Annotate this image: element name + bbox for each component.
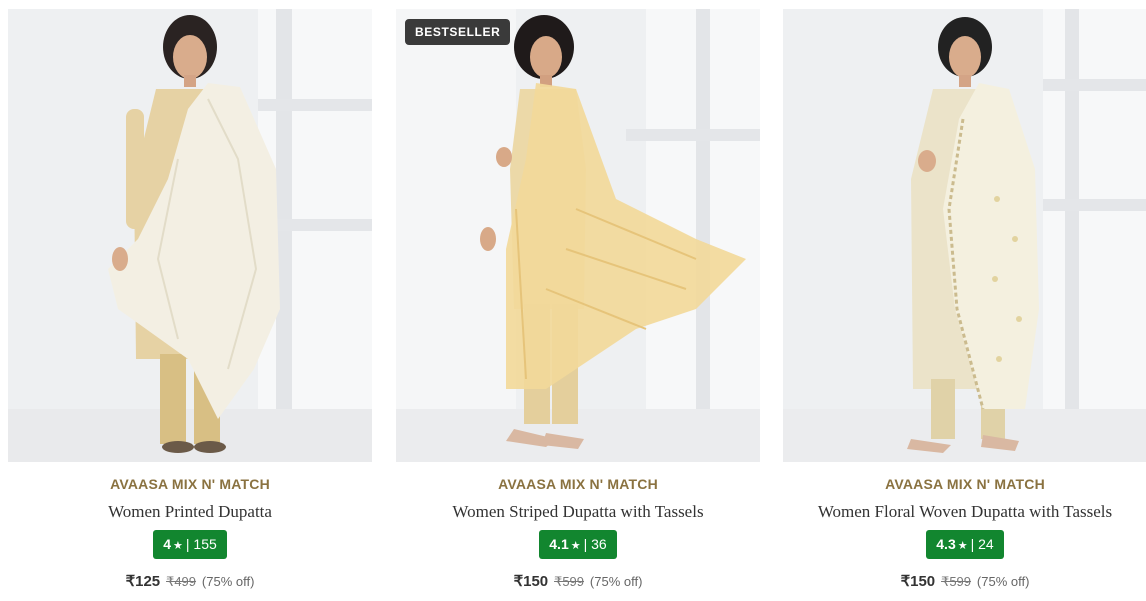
review-count: 155 — [193, 536, 217, 552]
rating-badge: 4.3 ★ | 24 — [926, 530, 1004, 559]
rating-score: 4.3 — [936, 536, 956, 552]
review-count: 24 — [978, 536, 994, 552]
rating-score: 4.1 — [549, 536, 569, 552]
discount-label: (75% off) — [589, 574, 643, 589]
product-card[interactable]: AVAASA MIX N' MATCH Women Printed Dupatt… — [8, 9, 372, 599]
product-name[interactable]: Women Floral Woven Dupatta with Tassels — [783, 502, 1146, 522]
price-row: ₹125 ₹499 (75% off) — [8, 572, 372, 590]
original-price: ₹599 — [941, 574, 972, 589]
star-icon: ★ — [570, 540, 581, 552]
product-grid: AVAASA MIX N' MATCH Women Printed Dupatt… — [0, 0, 1146, 601]
price-row: ₹150 ₹599 (75% off) — [396, 572, 760, 590]
brand-name: AVAASA MIX N' MATCH — [498, 476, 658, 492]
rating-row: 4 ★ | 155 — [8, 530, 372, 559]
review-count: 36 — [591, 536, 607, 552]
rating-row: 4.1 ★ | 36 — [396, 530, 760, 559]
product-card[interactable]: BESTSELLER AVAASA MIX N' MATCH Women Str… — [396, 9, 760, 599]
price-row: ₹150 ₹599 (75% off) — [783, 572, 1146, 590]
product-name[interactable]: Women Striped Dupatta with Tassels — [396, 502, 760, 522]
brand-name: AVAASA MIX N' MATCH — [110, 476, 270, 492]
brand-name: AVAASA MIX N' MATCH — [885, 476, 1045, 492]
sale-price: ₹125 — [125, 573, 161, 590]
product-image[interactable] — [783, 9, 1146, 462]
product-name[interactable]: Women Printed Dupatta — [8, 502, 372, 522]
rating-row: 4.3 ★ | 24 — [783, 530, 1146, 559]
rating-separator: | — [583, 536, 592, 552]
product-image[interactable]: BESTSELLER — [396, 9, 760, 462]
discount-label: (75% off) — [976, 574, 1030, 589]
star-icon: ★ — [957, 540, 968, 552]
product-card[interactable]: AVAASA MIX N' MATCH Women Floral Woven D… — [783, 9, 1146, 599]
discount-label: (75% off) — [201, 574, 255, 589]
rating-score: 4 — [163, 536, 172, 552]
rating-separator: | — [970, 536, 979, 552]
bestseller-badge: BESTSELLER — [405, 19, 511, 45]
sale-price: ₹150 — [513, 573, 549, 590]
product-image[interactable] — [8, 9, 372, 462]
rating-badge: 4.1 ★ | 36 — [539, 530, 617, 559]
original-price: ₹599 — [554, 574, 585, 589]
rating-badge: 4 ★ | 155 — [153, 530, 227, 559]
original-price: ₹499 — [166, 574, 197, 589]
star-icon: ★ — [173, 540, 183, 552]
sale-price: ₹150 — [900, 573, 936, 590]
